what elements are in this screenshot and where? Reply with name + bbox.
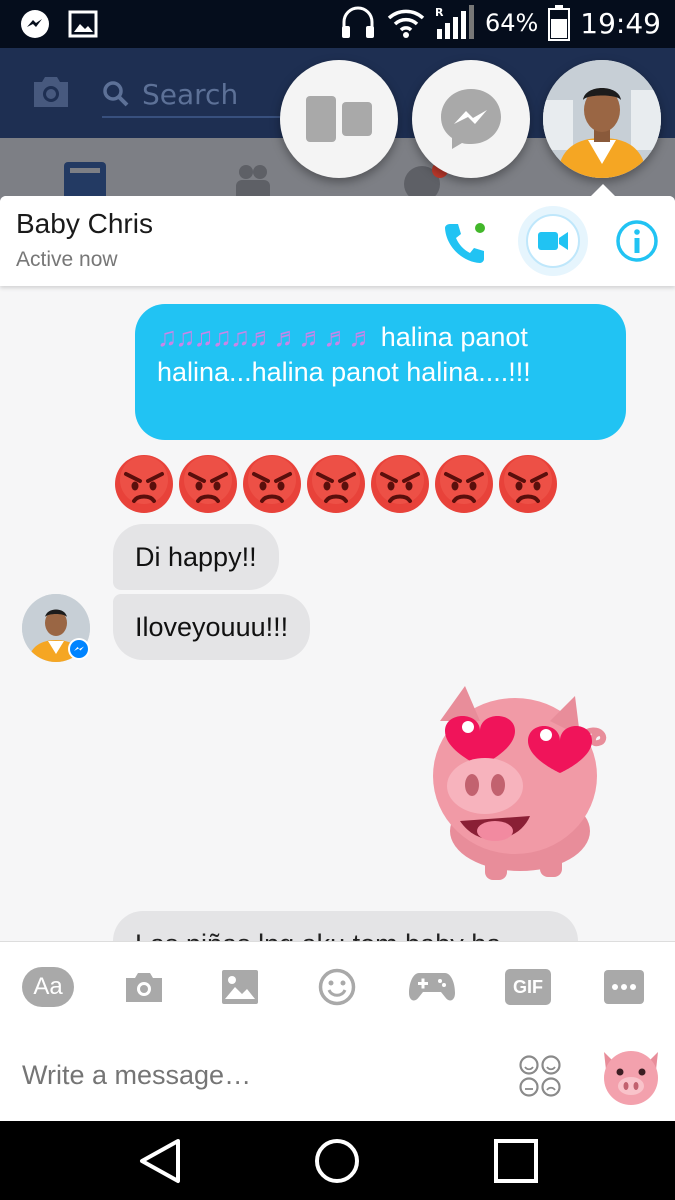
camera-icon[interactable]	[30, 74, 72, 110]
more-button[interactable]	[598, 962, 650, 1012]
clock: 19:49	[580, 6, 661, 40]
search-input[interactable]: Search	[102, 72, 292, 118]
battery-icon	[548, 5, 571, 41]
svg-text:R: R	[435, 6, 444, 19]
camera-button[interactable]	[118, 962, 170, 1012]
video-call-button[interactable]	[518, 206, 588, 276]
outgoing-message[interactable]: ♫♫♫♫♫♬♬♬♬♬ halina panot halina...halina …	[135, 304, 626, 440]
incoming-message[interactable]: Las piñas lng aku tom baby ha	[113, 911, 578, 941]
info-button[interactable]	[614, 218, 660, 264]
battery-percent: 64%	[484, 9, 539, 37]
incoming-message[interactable]: Iloveyouuu!!!	[113, 594, 311, 660]
gif-button[interactable]: GIF	[502, 962, 554, 1012]
gallery-button[interactable]	[214, 962, 266, 1012]
messenger-badge-icon	[70, 640, 88, 658]
back-icon[interactable]	[136, 1137, 184, 1185]
more-icon	[604, 970, 644, 1004]
chat-panel: Baby Chris Active now ♫♫♫♫♫♬♬♬♬♬ halina …	[0, 196, 675, 1121]
signal-icon: R	[435, 5, 474, 39]
incoming-message[interactable]: Di happy!!	[113, 524, 279, 590]
messenger-icon	[21, 10, 49, 38]
pig-sticker-button[interactable]	[598, 1042, 664, 1108]
angry-emoji-row[interactable]	[114, 454, 558, 514]
search-placeholder: Search	[142, 77, 239, 111]
chat-header: Baby Chris Active now	[0, 196, 675, 286]
gif-label: GIF	[513, 976, 543, 997]
angry-face-emoji	[115, 455, 173, 513]
status-bar: R 64% 19:49	[0, 0, 675, 48]
multitask-chat-head[interactable]	[280, 60, 398, 178]
angry-face-emoji	[243, 455, 301, 513]
angry-face-emoji	[499, 455, 557, 513]
messenger-chat-head[interactable]	[412, 60, 530, 178]
gallery-icon	[222, 970, 258, 1004]
messenger-badge	[68, 638, 90, 660]
angry-face-emoji	[307, 455, 365, 513]
home-icon[interactable]	[313, 1137, 361, 1185]
contact-avatar	[543, 60, 661, 178]
camera-icon	[126, 973, 162, 1002]
message-list[interactable]: ♫♫♫♫♫♬♬♬♬♬ halina panot halina...halina …	[0, 286, 675, 941]
voice-call-button[interactable]	[440, 218, 490, 268]
emoji-icon	[318, 968, 356, 1006]
android-nav-bar	[0, 1121, 675, 1200]
recents-icon[interactable]	[492, 1137, 540, 1185]
video-camera-icon	[538, 232, 568, 250]
games-button[interactable]	[406, 962, 458, 1012]
composer: Aa GIF	[0, 941, 675, 1121]
text-tool-label: Aa	[33, 973, 63, 1000]
emoji-button[interactable]	[311, 962, 363, 1012]
messenger-icon	[441, 89, 501, 149]
angry-face-emoji	[179, 455, 237, 513]
gallery-icon	[68, 10, 98, 38]
angry-face-emoji	[371, 455, 429, 513]
headset-icon	[341, 6, 374, 38]
game-icon	[409, 973, 455, 1001]
text-tool-button[interactable]: Aa	[22, 962, 74, 1012]
emoji-grid-icon[interactable]	[518, 1054, 562, 1098]
composer-toolbar: Aa GIF	[0, 962, 675, 1012]
contact-chat-head[interactable]	[543, 60, 661, 178]
music-notes-emoji: ♫♫♫♫♫♬♬♬♬♬	[157, 322, 375, 352]
message-input[interactable]	[22, 1060, 472, 1091]
pig-heart-eyes-sticker[interactable]	[420, 681, 610, 881]
angry-face-emoji	[435, 455, 493, 513]
split-view-icon	[306, 96, 372, 142]
contact-status: Active now	[16, 248, 118, 271]
wifi-icon	[387, 9, 425, 38]
search-icon	[103, 81, 129, 107]
contact-name[interactable]: Baby Chris	[16, 208, 153, 240]
